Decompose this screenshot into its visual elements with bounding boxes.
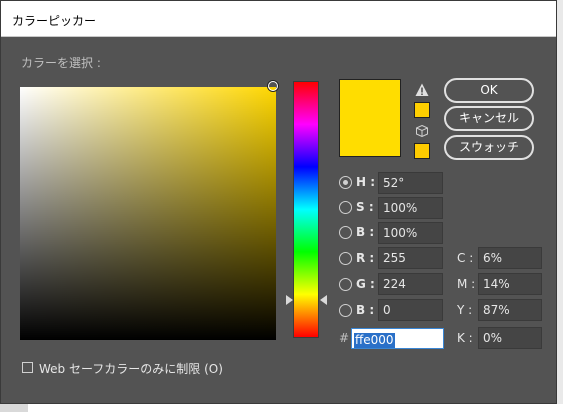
new-color-preview xyxy=(339,79,401,157)
green-field[interactable]: 224 xyxy=(378,273,443,295)
green-radio[interactable] xyxy=(339,278,352,291)
hue-slider[interactable] xyxy=(293,81,319,338)
yellow-label: Y : xyxy=(457,303,473,317)
websafe-only-label[interactable]: Web セーフカラーのみに制限 (O) xyxy=(39,360,223,377)
color-picker-dialog: カラーピッカー カラーを選択 : OK キャンセル スウォッチ H : 52° … xyxy=(0,0,557,404)
warning-triangle-icon[interactable] xyxy=(415,83,429,97)
saturation-radio[interactable] xyxy=(339,201,352,214)
magenta-label: M : xyxy=(457,277,476,291)
yellow-field[interactable]: 87% xyxy=(478,299,542,321)
saturation-brightness-field[interactable] xyxy=(20,87,276,340)
cyan-label: C : xyxy=(457,251,474,265)
hex-label: # xyxy=(339,331,350,345)
blue-field[interactable]: 0 xyxy=(378,299,443,321)
websafe-only-checkbox[interactable] xyxy=(22,362,33,373)
hue-field[interactable]: 52° xyxy=(378,172,443,194)
gamut-correction-swatch[interactable] xyxy=(414,102,430,118)
background-window-strip xyxy=(28,404,563,412)
swatches-button[interactable]: スウォッチ xyxy=(444,135,534,160)
hex-value-selected: ffe000 xyxy=(354,333,395,348)
red-label: R : xyxy=(356,251,375,265)
hue-label: H : xyxy=(356,175,376,189)
hue-slider-left-arrow-icon[interactable] xyxy=(286,295,293,305)
select-color-label: カラーを選択 : xyxy=(21,56,101,70)
black-field[interactable]: 0% xyxy=(478,327,542,349)
dialog-title: カラーピッカー xyxy=(12,14,97,28)
title-bar[interactable]: カラーピッカー xyxy=(1,1,556,37)
brightness-label: B : xyxy=(356,225,375,239)
hue-radio[interactable] xyxy=(339,176,352,189)
green-label: G : xyxy=(356,277,375,291)
red-field[interactable]: 255 xyxy=(378,247,443,269)
websafe-correction-swatch[interactable] xyxy=(414,143,430,159)
saturation-label: S : xyxy=(356,200,374,214)
black-label: K : xyxy=(457,331,473,345)
brightness-radio[interactable] xyxy=(339,226,352,239)
hex-input[interactable]: ffe000 xyxy=(351,328,444,349)
brightness-field[interactable]: 100% xyxy=(378,222,443,244)
cyan-field[interactable]: 6% xyxy=(478,247,542,269)
red-radio[interactable] xyxy=(339,252,352,265)
hue-slider-right-arrow-icon[interactable] xyxy=(320,295,327,305)
saturation-field[interactable]: 100% xyxy=(378,197,443,219)
blue-label: B : xyxy=(356,303,375,317)
magenta-field[interactable]: 14% xyxy=(478,273,542,295)
blue-radio[interactable] xyxy=(339,304,352,317)
color-field-cursor[interactable] xyxy=(268,81,278,91)
cancel-button[interactable]: キャンセル xyxy=(444,106,534,131)
ok-button[interactable]: OK xyxy=(444,78,534,103)
cube-icon[interactable] xyxy=(416,125,428,137)
